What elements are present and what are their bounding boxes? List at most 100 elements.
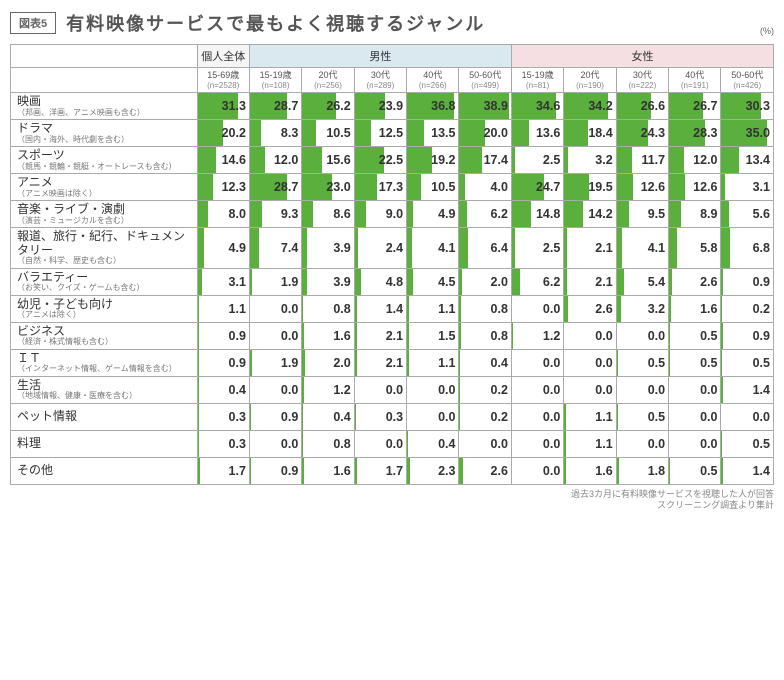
value-cell: 22.5	[354, 147, 406, 174]
category-cell: 映画（邦画、洋画、アニメ映画も含む）	[11, 93, 198, 120]
value-cell: 1.6	[669, 295, 721, 322]
value-cell: 19.5	[564, 174, 616, 201]
value-cell: 26.6	[616, 93, 668, 120]
category-cell: 音楽・ライブ・演劇（演芸・ミュージカルを含む）	[11, 201, 198, 228]
table-row: 映画（邦画、洋画、アニメ映画も含む）31.328.726.223.936.838…	[11, 93, 774, 120]
value-cell: 12.6	[616, 174, 668, 201]
value-cell: 28.3	[669, 120, 721, 147]
value-cell: 3.9	[302, 268, 354, 295]
value-cell: 0.0	[669, 376, 721, 403]
value-cell: 35.0	[721, 120, 774, 147]
value-cell: 2.5	[511, 147, 563, 174]
value-cell: 12.0	[669, 147, 721, 174]
value-cell: 1.4	[721, 457, 774, 484]
value-cell: 2.1	[564, 228, 616, 268]
category-cell: 生活（地域情報、健康・医療を含む）	[11, 376, 198, 403]
value-cell: 0.0	[616, 322, 668, 349]
value-cell: 0.4	[407, 430, 459, 457]
value-cell: 1.2	[302, 376, 354, 403]
value-cell: 26.2	[302, 93, 354, 120]
value-cell: 2.4	[354, 228, 406, 268]
value-cell: 0.0	[511, 403, 563, 430]
table-row: 報道、旅行・紀行、ドキュメンタリー（自然・科学、歴史も含む）4.97.43.92…	[11, 228, 774, 268]
value-cell: 36.8	[407, 93, 459, 120]
value-cell: 0.9	[721, 322, 774, 349]
header-female: 女性	[511, 45, 773, 68]
category-cell: 幼児・子ども向け（アニメは除く）	[11, 295, 198, 322]
table-row: バラエティー（お笑い、クイズ・ゲームも含む）3.11.93.94.84.52.0…	[11, 268, 774, 295]
value-cell: 0.0	[249, 322, 301, 349]
value-cell: 9.3	[249, 201, 301, 228]
value-cell: 0.9	[197, 322, 249, 349]
value-cell: 1.6	[564, 457, 616, 484]
value-cell: 1.8	[616, 457, 668, 484]
value-cell: 3.1	[197, 268, 249, 295]
value-cell: 4.5	[407, 268, 459, 295]
value-cell: 1.6	[302, 457, 354, 484]
table-row: 料理0.30.00.80.00.40.00.01.10.00.00.5	[11, 430, 774, 457]
value-cell: 0.8	[459, 295, 511, 322]
value-cell: 0.0	[669, 403, 721, 430]
value-cell: 2.6	[669, 268, 721, 295]
value-cell: 0.4	[459, 349, 511, 376]
value-cell: 2.0	[302, 349, 354, 376]
value-cell: 8.0	[197, 201, 249, 228]
chart-title: 有料映像サービスで最もよく視聴するジャンル	[66, 10, 485, 36]
category-cell: スポーツ（競馬・競輪・競艇・オートレースも含む）	[11, 147, 198, 174]
col-header: 30代(n=222)	[616, 68, 668, 93]
value-cell: 30.3	[721, 93, 774, 120]
value-cell: 1.1	[407, 295, 459, 322]
value-cell: 0.5	[616, 349, 668, 376]
value-cell: 17.4	[459, 147, 511, 174]
value-cell: 15.6	[302, 147, 354, 174]
col-header: 40代(n=191)	[669, 68, 721, 93]
value-cell: 0.8	[302, 295, 354, 322]
value-cell: 20.0	[459, 120, 511, 147]
table-row: 生活（地域情報、健康・医療を含む）0.40.01.20.00.00.20.00.…	[11, 376, 774, 403]
category-cell: その他	[11, 457, 198, 484]
value-cell: 0.5	[616, 403, 668, 430]
value-cell: 1.4	[721, 376, 774, 403]
col-header: 15-19歳(n=81)	[511, 68, 563, 93]
value-cell: 4.1	[616, 228, 668, 268]
value-cell: 1.9	[249, 268, 301, 295]
col-header: 20代(n=190)	[564, 68, 616, 93]
value-cell: 0.5	[721, 349, 774, 376]
value-cell: 1.7	[354, 457, 406, 484]
header-overall: 個人全体	[197, 45, 249, 68]
value-cell: 0.5	[721, 430, 774, 457]
value-cell: 6.2	[459, 201, 511, 228]
value-cell: 3.2	[564, 147, 616, 174]
value-cell: 8.3	[249, 120, 301, 147]
category-cell: ビジネス（経済・株式情報も含む）	[11, 322, 198, 349]
value-cell: 2.6	[564, 295, 616, 322]
value-cell: 0.0	[616, 430, 668, 457]
value-cell: 0.2	[459, 403, 511, 430]
value-cell: 23.0	[302, 174, 354, 201]
value-cell: 0.0	[354, 376, 406, 403]
value-cell: 2.3	[407, 457, 459, 484]
category-cell: 料理	[11, 430, 198, 457]
value-cell: 28.7	[249, 93, 301, 120]
value-cell: 1.1	[564, 403, 616, 430]
col-header: 50-60代(n=426)	[721, 68, 774, 93]
value-cell: 5.6	[721, 201, 774, 228]
value-cell: 0.0	[407, 376, 459, 403]
value-cell: 2.0	[459, 268, 511, 295]
value-cell: 0.2	[459, 376, 511, 403]
category-cell: ＩＴ（インターネット情報、ゲーム情報を含む）	[11, 349, 198, 376]
value-cell: 13.5	[407, 120, 459, 147]
value-cell: 0.5	[669, 457, 721, 484]
value-cell: 7.4	[249, 228, 301, 268]
value-cell: 2.1	[564, 268, 616, 295]
table-row: スポーツ（競馬・競輪・競艇・オートレースも含む）14.612.015.622.5…	[11, 147, 774, 174]
value-cell: 6.4	[459, 228, 511, 268]
value-cell: 26.7	[669, 93, 721, 120]
value-cell: 6.8	[721, 228, 774, 268]
value-cell: 10.5	[302, 120, 354, 147]
value-cell: 18.4	[564, 120, 616, 147]
value-cell: 1.2	[511, 322, 563, 349]
table-row: ドラマ（国内・海外、時代劇を含む）20.28.310.512.513.520.0…	[11, 120, 774, 147]
category-cell: 報道、旅行・紀行、ドキュメンタリー（自然・科学、歴史も含む）	[11, 228, 198, 268]
value-cell: 0.0	[249, 376, 301, 403]
